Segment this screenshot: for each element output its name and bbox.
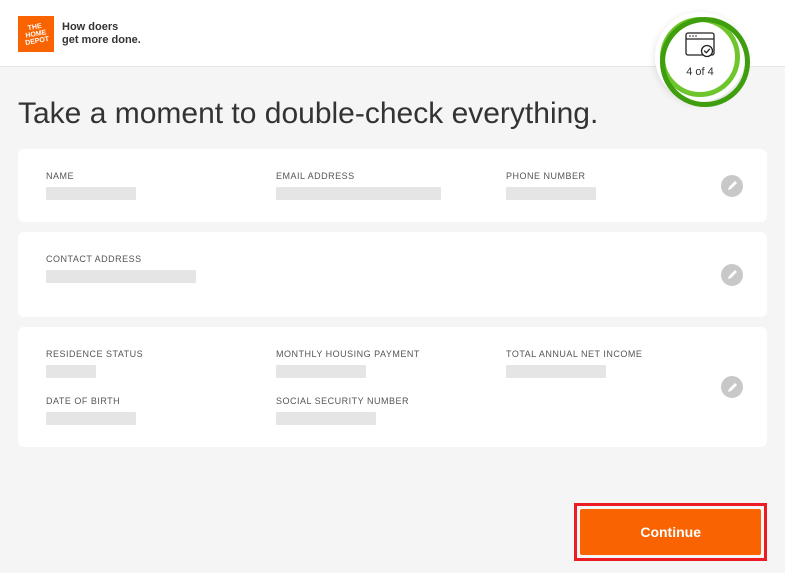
- field-dob: DATE OF BIRTH: [46, 396, 246, 425]
- pencil-icon: [727, 269, 738, 280]
- label-name: NAME: [46, 171, 246, 181]
- contact-address-card: CONTACT ADDRESS: [18, 232, 767, 317]
- field-name: NAME: [46, 171, 246, 200]
- personal-info-card: NAME EMAIL ADDRESS PHONE NUMBER: [18, 149, 767, 222]
- fields-wrap: RESIDENCE STATUS MONTHLY HOUSING PAYMENT…: [46, 349, 739, 425]
- label-phone: PHONE NUMBER: [506, 171, 706, 181]
- field-annual-income: TOTAL ANNUAL NET INCOME: [506, 349, 706, 378]
- pencil-icon: [727, 180, 738, 191]
- tagline: How doers get more done.: [62, 21, 141, 47]
- value-contact-address: [46, 270, 196, 283]
- progress-badge: 4 of 4: [655, 12, 745, 102]
- logo-text: THE HOME DEPOT: [16, 21, 55, 48]
- value-email: [276, 187, 441, 200]
- value-annual-income: [506, 365, 606, 378]
- continue-button[interactable]: Continue: [580, 509, 761, 555]
- field-phone: PHONE NUMBER: [506, 171, 706, 200]
- field-email: EMAIL ADDRESS: [276, 171, 476, 200]
- value-residence-status: [46, 365, 96, 378]
- pencil-icon: [727, 382, 738, 393]
- review-cards: NAME EMAIL ADDRESS PHONE NUMBER CONTACT …: [0, 149, 785, 447]
- field-contact-address: CONTACT ADDRESS: [46, 254, 246, 283]
- tagline-line2: get more done.: [62, 34, 141, 47]
- fields-wrap: NAME EMAIL ADDRESS PHONE NUMBER: [46, 171, 739, 200]
- value-dob: [46, 412, 136, 425]
- field-monthly-housing: MONTHLY HOUSING PAYMENT: [276, 349, 476, 378]
- label-dob: DATE OF BIRTH: [46, 396, 246, 406]
- label-residence-status: RESIDENCE STATUS: [46, 349, 246, 359]
- edit-address-button[interactable]: [721, 264, 743, 286]
- label-annual-income: TOTAL ANNUAL NET INCOME: [506, 349, 706, 359]
- edit-personal-button[interactable]: [721, 175, 743, 197]
- home-depot-logo: THE HOME DEPOT: [18, 16, 54, 52]
- progress-ring: [660, 17, 740, 97]
- tagline-line1: How doers: [62, 21, 141, 34]
- continue-highlight: Continue: [574, 503, 767, 561]
- label-email: EMAIL ADDRESS: [276, 171, 476, 181]
- value-phone: [506, 187, 596, 200]
- fields-wrap: CONTACT ADDRESS: [46, 254, 739, 283]
- label-contact-address: CONTACT ADDRESS: [46, 254, 246, 264]
- edit-financial-button[interactable]: [721, 376, 743, 398]
- financial-info-card: RESIDENCE STATUS MONTHLY HOUSING PAYMENT…: [18, 327, 767, 447]
- value-monthly-housing: [276, 365, 366, 378]
- field-ssn: SOCIAL SECURITY NUMBER: [276, 396, 476, 425]
- label-monthly-housing: MONTHLY HOUSING PAYMENT: [276, 349, 476, 359]
- label-ssn: SOCIAL SECURITY NUMBER: [276, 396, 476, 406]
- value-ssn: [276, 412, 376, 425]
- value-name: [46, 187, 136, 200]
- field-residence-status: RESIDENCE STATUS: [46, 349, 246, 378]
